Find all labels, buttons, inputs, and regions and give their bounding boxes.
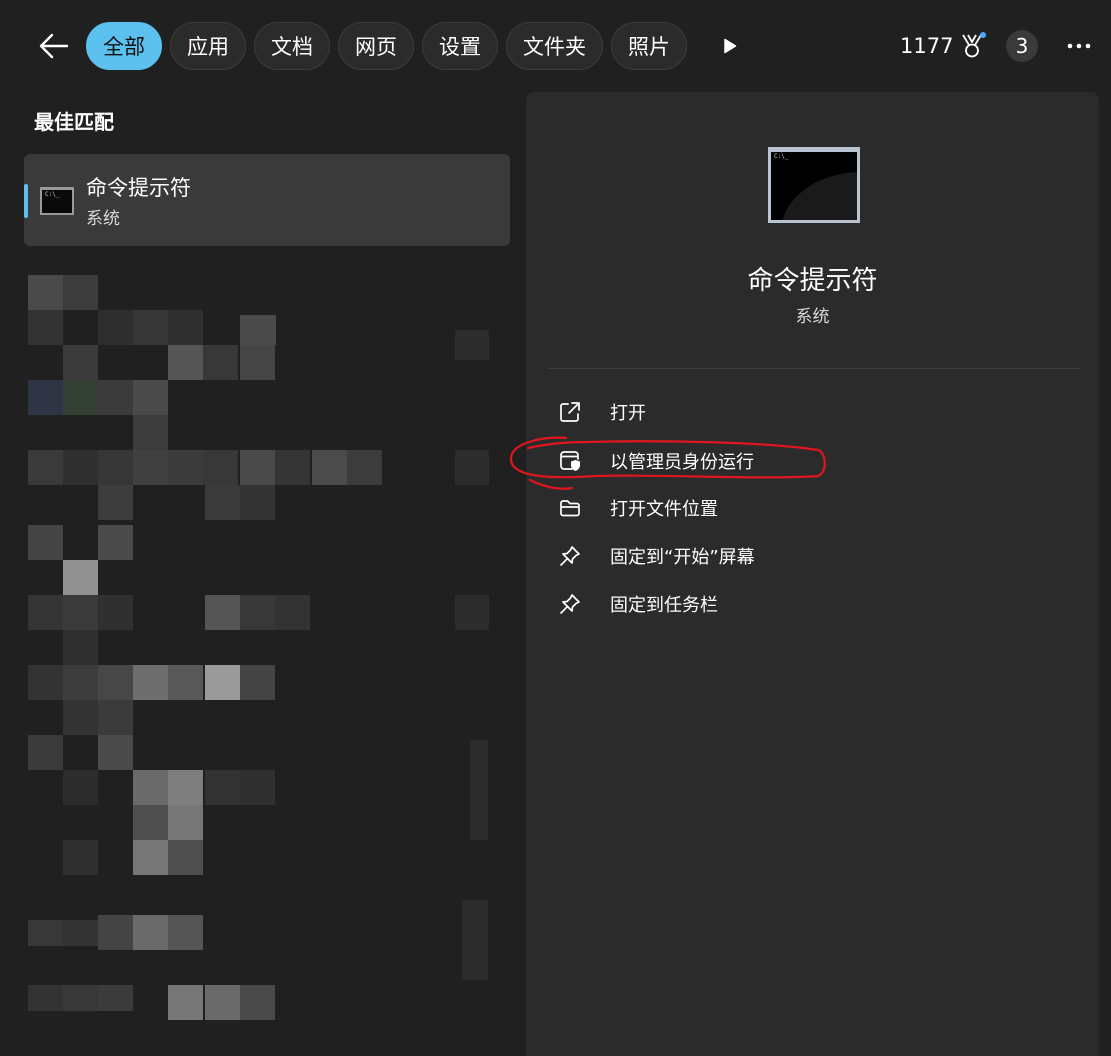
large-thumb-prompt-text: C:\_ xyxy=(774,153,789,160)
profile-badge[interactable]: 3 xyxy=(1006,30,1038,62)
best-match-subtitle: 系统 xyxy=(86,209,120,229)
arrow-left-icon xyxy=(39,33,69,59)
more-tabs-button[interactable] xyxy=(714,30,746,62)
action-run-as-admin[interactable]: 以管理员身份运行 xyxy=(556,443,1056,479)
pixelated-results xyxy=(0,250,520,1056)
search-window: 全部 应用 文档 网页 设置 文件夹 照片 1177 3 最佳匹配 C:\_ 命… xyxy=(0,0,1111,1056)
tab-folders[interactable]: 文件夹 xyxy=(506,22,603,70)
detail-pane: C:\_ 命令提示符 系统 打开 以管理员身份运行 打开文件位置 固定到“开始”… xyxy=(526,92,1099,1056)
more-options-button[interactable] xyxy=(1062,30,1096,62)
medal-icon xyxy=(959,32,987,60)
divider xyxy=(548,368,1080,369)
tab-web[interactable]: 网页 xyxy=(338,22,414,70)
action-open-file-location[interactable]: 打开文件位置 xyxy=(556,490,1056,526)
best-match-heading: 最佳匹配 xyxy=(34,110,114,134)
action-run-as-admin-label: 以管理员身份运行 xyxy=(610,452,754,473)
action-open-file-location-label: 打开文件位置 xyxy=(610,499,718,520)
thumb-shading xyxy=(781,172,857,220)
action-open[interactable]: 打开 xyxy=(556,394,1056,430)
action-pin-to-taskbar[interactable]: 固定到任务栏 xyxy=(556,586,1056,622)
command-prompt-large-icon: C:\_ xyxy=(768,147,860,223)
action-open-label: 打开 xyxy=(610,403,646,424)
tab-all[interactable]: 全部 xyxy=(86,22,162,70)
notification-dot xyxy=(980,32,987,38)
rewards-points[interactable]: 1177 xyxy=(900,30,987,62)
profile-badge-count: 3 xyxy=(1015,34,1029,58)
open-external-icon xyxy=(556,398,584,426)
tab-apps[interactable]: 应用 xyxy=(170,22,246,70)
detail-title: 命令提示符 xyxy=(747,266,878,296)
folder-icon xyxy=(556,494,584,522)
ellipsis-icon xyxy=(1067,43,1091,49)
top-bar: 全部 应用 文档 网页 设置 文件夹 照片 1177 3 xyxy=(0,0,1111,92)
action-pin-to-taskbar-label: 固定到任务栏 xyxy=(610,595,718,616)
best-match-item[interactable]: C:\_ 命令提示符 系统 xyxy=(24,154,510,246)
rewards-points-value: 1177 xyxy=(900,34,954,58)
filter-tabs: 全部 应用 文档 网页 设置 文件夹 照片 xyxy=(86,22,687,70)
thumb-prompt-text: C:\_ xyxy=(45,191,60,198)
selection-indicator xyxy=(24,184,28,218)
play-triangle-icon xyxy=(724,38,737,54)
pin-icon xyxy=(556,542,584,570)
tab-documents[interactable]: 文档 xyxy=(254,22,330,70)
action-pin-to-start-label: 固定到“开始”屏幕 xyxy=(610,547,755,568)
tab-photos[interactable]: 照片 xyxy=(611,22,687,70)
detail-subtitle: 系统 xyxy=(795,307,830,327)
tab-settings[interactable]: 设置 xyxy=(422,22,498,70)
pin-icon xyxy=(556,590,584,618)
best-match-title: 命令提示符 xyxy=(86,176,191,200)
command-prompt-icon: C:\_ xyxy=(40,187,74,215)
action-pin-to-start[interactable]: 固定到“开始”屏幕 xyxy=(556,538,1056,574)
back-button[interactable] xyxy=(34,26,74,66)
admin-shield-icon xyxy=(556,447,584,475)
